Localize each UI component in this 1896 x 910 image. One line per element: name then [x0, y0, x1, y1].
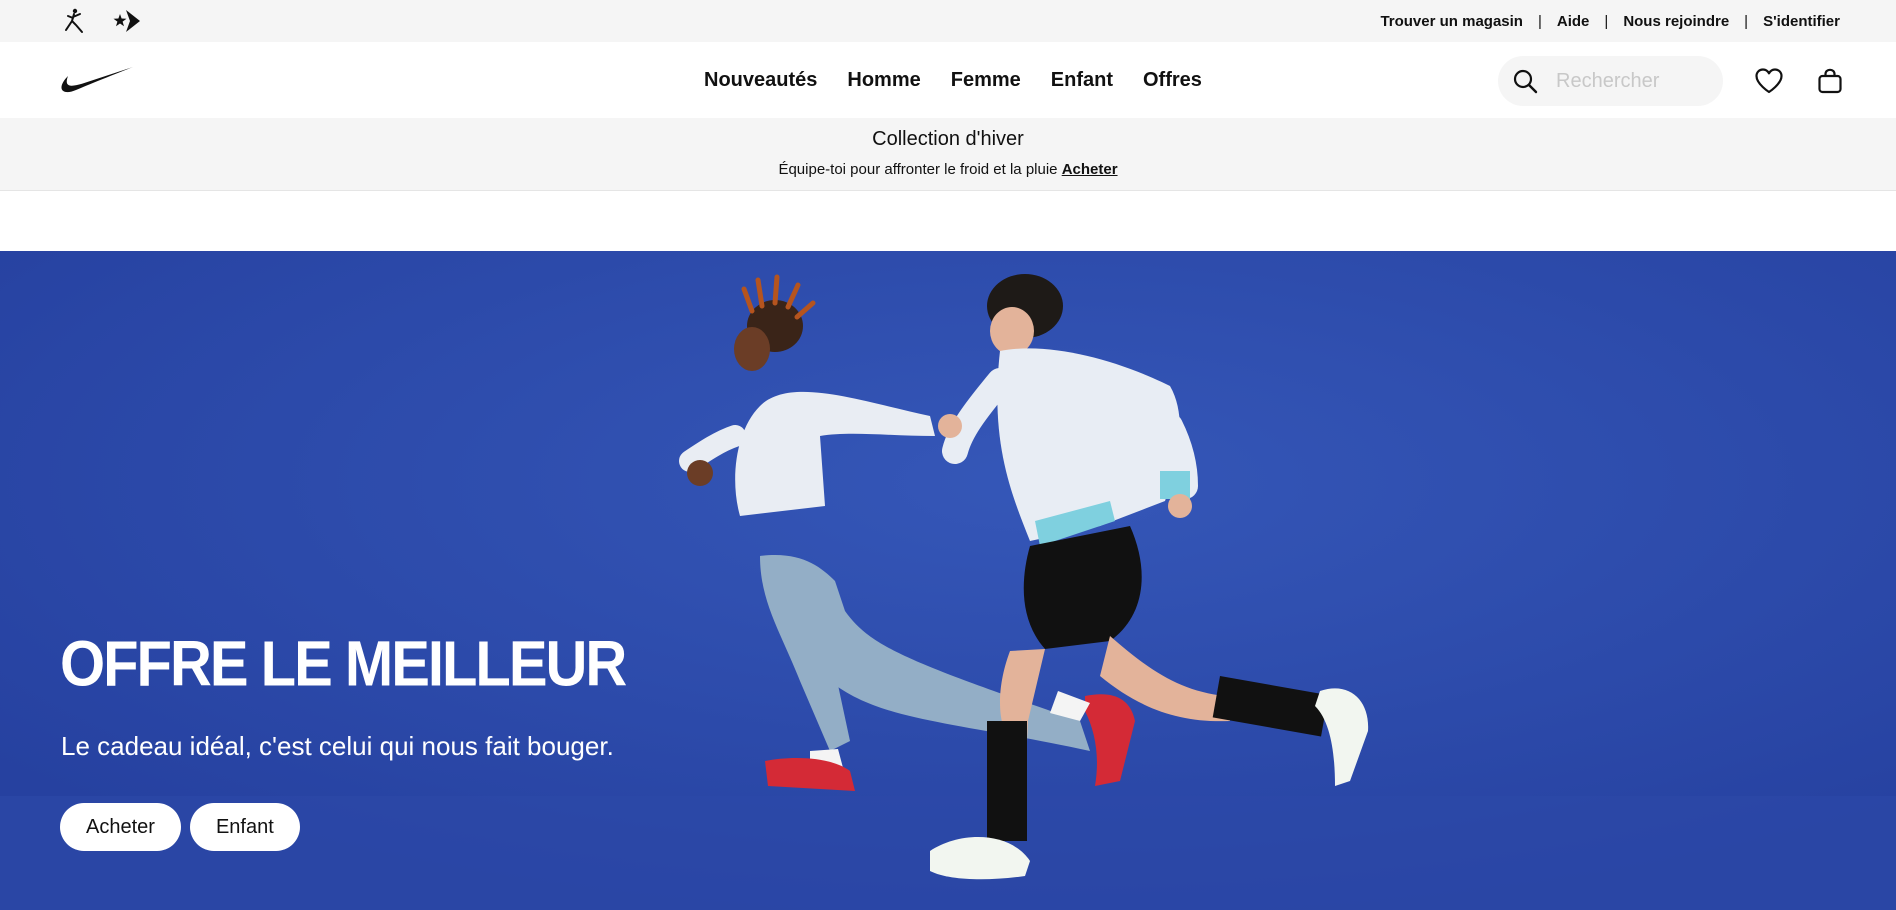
join-link[interactable]: Nous rejoindre — [1623, 13, 1729, 30]
nike-swoosh-icon[interactable] — [60, 66, 134, 94]
promo-banner: Collection d'hiver Équipe-toi pour affro… — [0, 118, 1896, 191]
main-nav: Nouveautés Homme Femme Enfant Offres — [0, 42, 1896, 118]
nav-item-offers[interactable]: Offres — [1143, 69, 1202, 92]
help-link[interactable]: Aide — [1557, 13, 1590, 30]
find-store-link[interactable]: Trouver un magasin — [1380, 13, 1523, 30]
heart-icon[interactable] — [1754, 67, 1784, 95]
separator: | — [1604, 12, 1609, 30]
separator: | — [1744, 12, 1749, 30]
nav-item-kids[interactable]: Enfant — [1051, 69, 1113, 92]
kids-button[interactable]: Enfant — [189, 803, 300, 851]
hero-buttons: Acheter Enfant — [60, 803, 300, 851]
nav-item-men[interactable]: Homme — [847, 69, 920, 92]
utility-bar: Trouver un magasin | Aide | Nous rejoind… — [0, 0, 1896, 42]
hero-headline: OFFRE LE MEILLEUR — [60, 628, 627, 700]
search-icon[interactable] — [1512, 68, 1538, 94]
promo-title: Collection d'hiver — [872, 128, 1024, 150]
nav-item-women[interactable]: Femme — [951, 69, 1021, 92]
promo-subtitle: Équipe-toi pour affronter le froid et la… — [0, 161, 1896, 178]
promo-text: Équipe-toi pour affronter le froid et la… — [778, 161, 1058, 178]
utility-links: Trouver un magasin | Aide | Nous rejoind… — [1380, 0, 1840, 42]
hero-banner: OFFRE LE MEILLEUR Le cadeau idéal, c'est… — [0, 251, 1896, 910]
bag-icon[interactable] — [1816, 67, 1844, 95]
nav-item-new[interactable]: Nouveautés — [704, 69, 817, 92]
nav-menu: Nouveautés Homme Femme Enfant Offres — [704, 42, 1202, 118]
brand-links — [60, 8, 140, 34]
separator: | — [1537, 12, 1542, 30]
jordan-icon[interactable] — [60, 8, 88, 34]
promo-shop-link[interactable]: Acheter — [1062, 161, 1118, 178]
sign-in-link[interactable]: S'identifier — [1763, 13, 1840, 30]
search-box[interactable] — [1498, 56, 1723, 106]
hero-tagline: Le cadeau idéal, c'est celui qui nous fa… — [61, 731, 614, 761]
search-input[interactable] — [1554, 68, 1678, 94]
converse-icon[interactable] — [112, 8, 140, 34]
shop-button[interactable]: Acheter — [60, 803, 181, 851]
